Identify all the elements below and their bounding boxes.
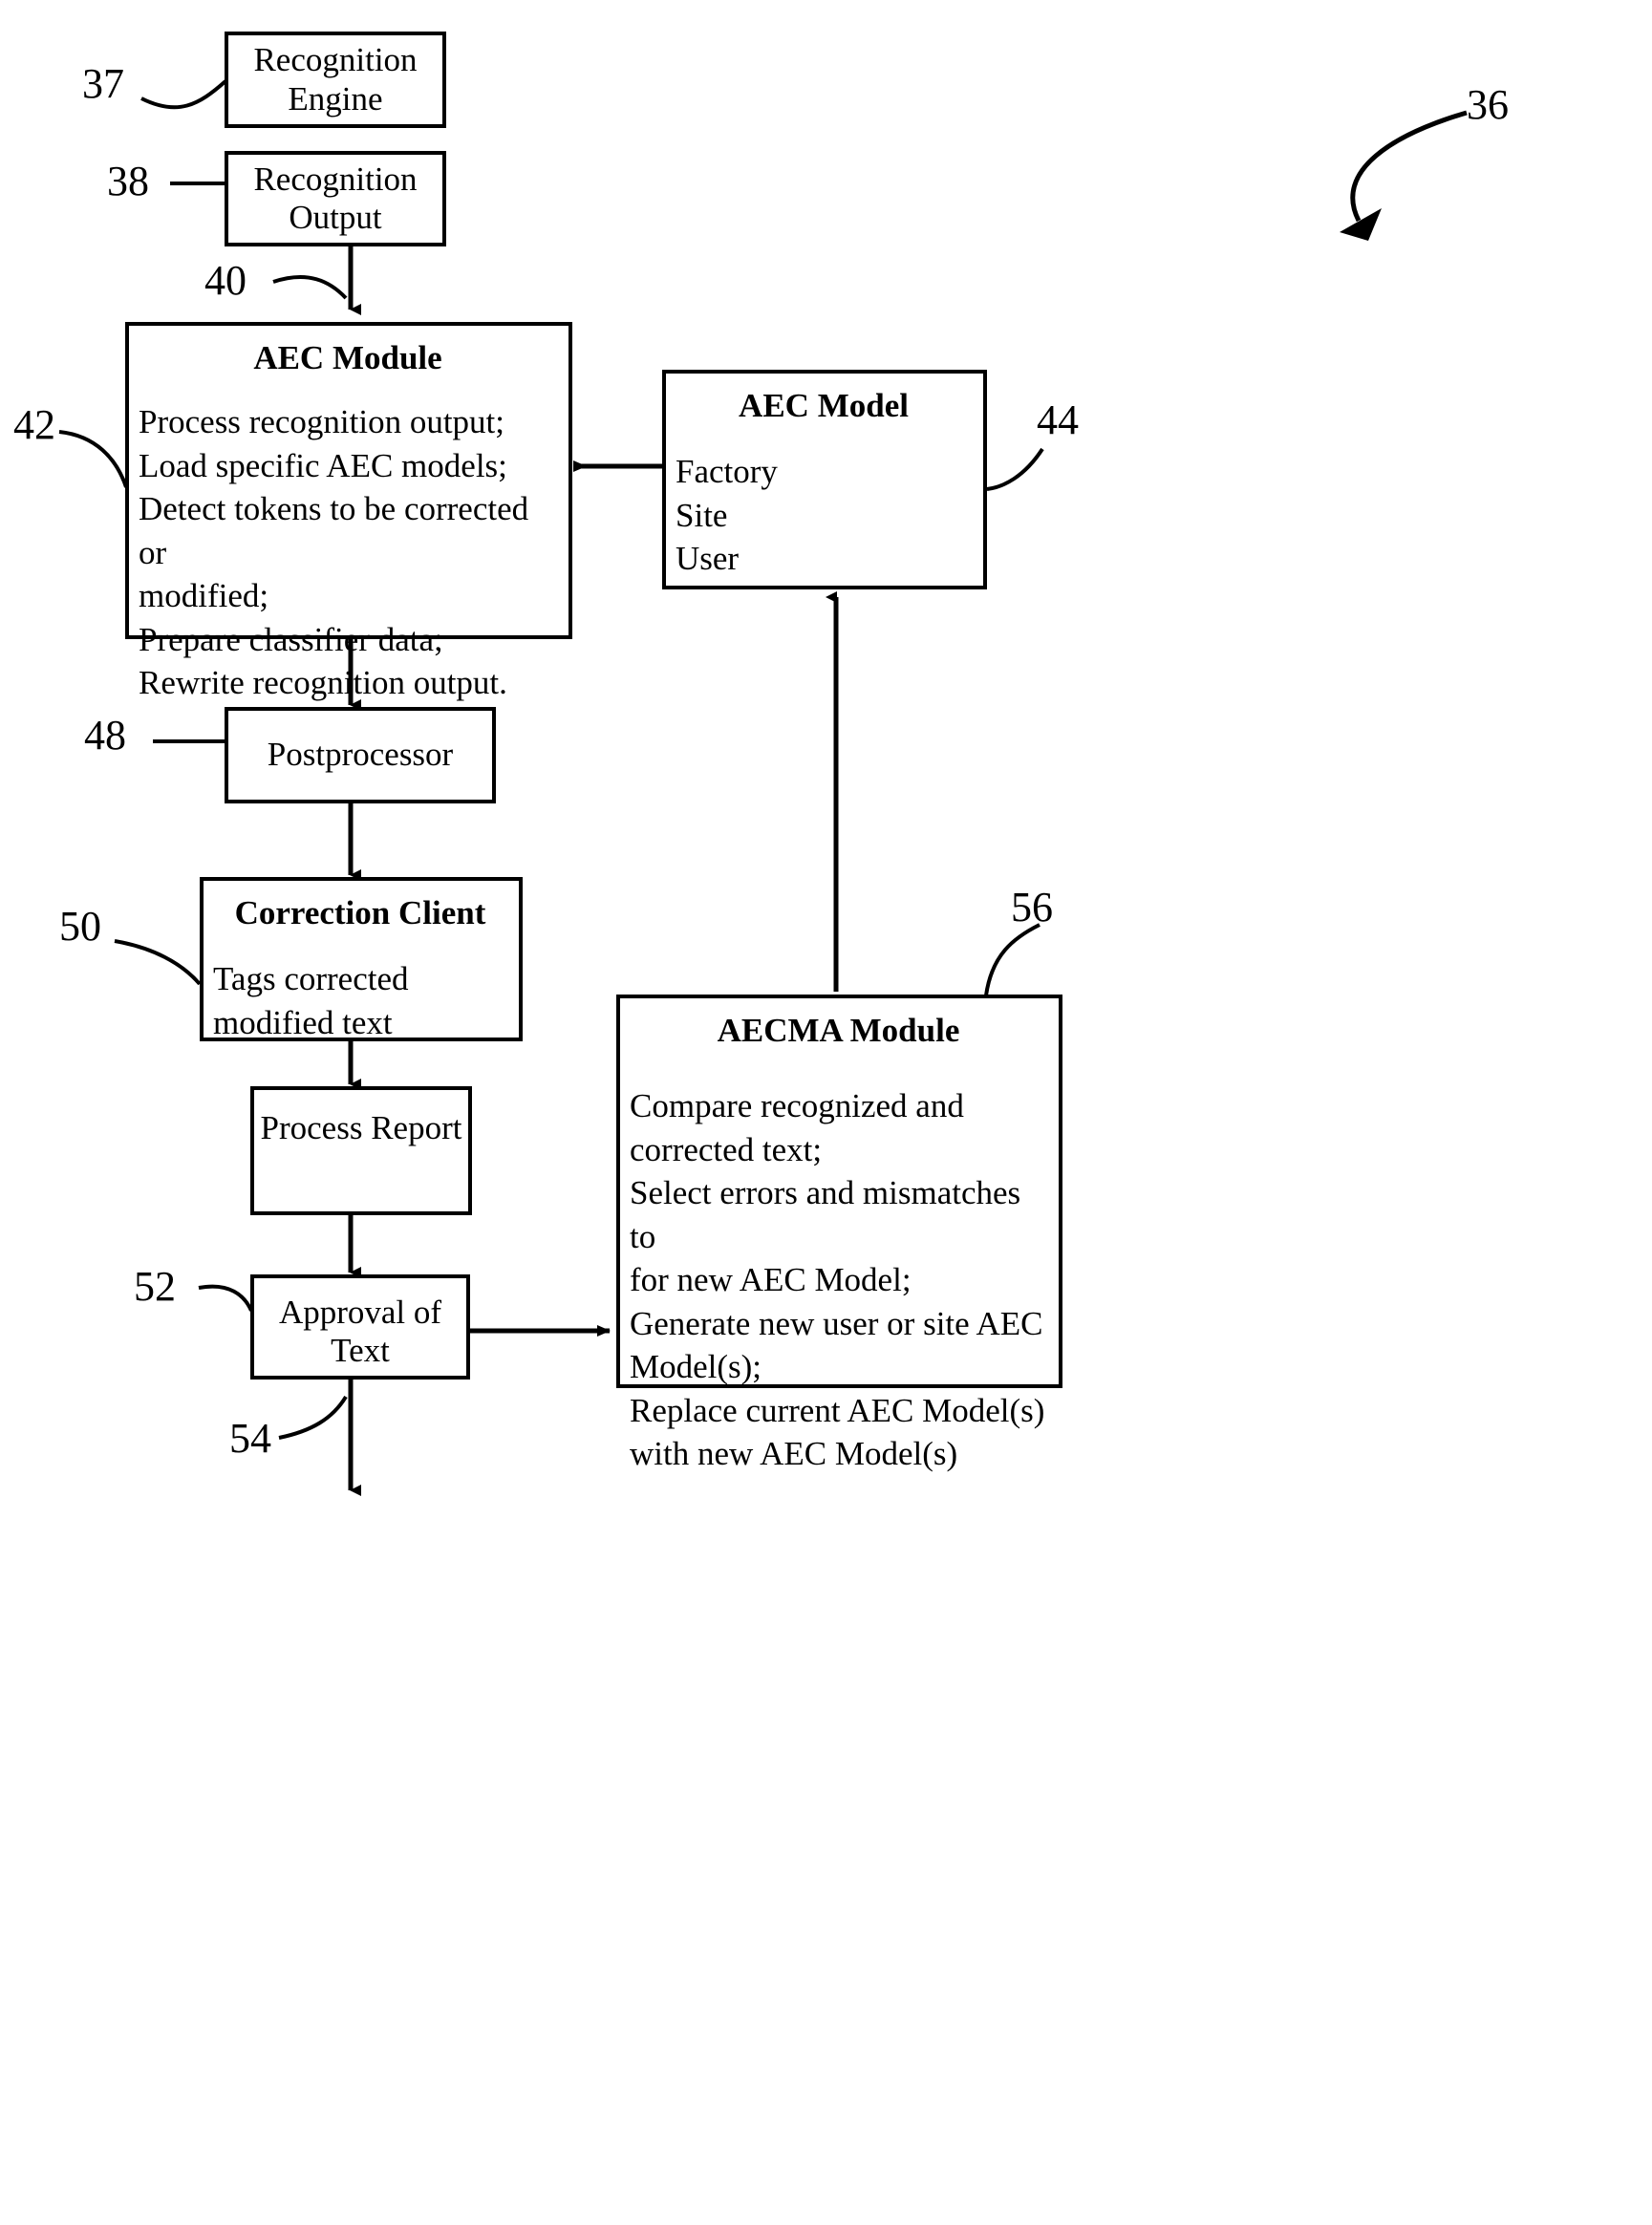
box-postprocessor[interactable]: Postprocessor: [225, 707, 496, 803]
correction-client-title: Correction Client: [234, 894, 486, 931]
leader-line-40: [272, 274, 348, 300]
leader-line-44: [986, 447, 1044, 491]
correction-client-body: Tags corrected modified text: [213, 960, 409, 1041]
postprocessor-title: Postprocessor: [267, 736, 454, 774]
aecma-module-title: AECMA Module: [717, 1012, 960, 1049]
aec-model-body: Factory Site User: [676, 453, 778, 578]
numeral-52: 52: [134, 1263, 176, 1310]
numeral-56: 56: [1011, 884, 1053, 931]
box-aec-module[interactable]: AEC Module Process recognition output; L…: [125, 322, 572, 701]
leader-line-50: [114, 939, 202, 986]
numeral-42: 42: [13, 401, 55, 448]
figure-canvas: Recognition Engine Recognition Output AE…: [0, 0, 1652, 2225]
numeral-36: 36: [1467, 81, 1509, 128]
aec-module-body: Process recognition output; Load specifi…: [139, 403, 529, 702]
leader-line-54: [278, 1395, 348, 1440]
numeral-50: 50: [59, 903, 101, 950]
numeral-44: 44: [1037, 396, 1079, 443]
box-correction-client[interactable]: Correction Client Tags corrected modifie…: [200, 877, 523, 1041]
leader-line-52: [198, 1284, 253, 1312]
box-recognition-engine[interactable]: Recognition Engine: [225, 32, 446, 128]
leader-line-36: [1350, 110, 1468, 223]
numeral-48: 48: [84, 712, 126, 759]
recognition-engine-title: Recognition Engine: [253, 41, 418, 118]
process-report-title: Process Report: [260, 1109, 462, 1146]
numeral-40: 40: [204, 257, 247, 304]
box-approval-of-text[interactable]: Approval of Text: [250, 1274, 470, 1380]
aec-module-title: AEC Module: [253, 339, 442, 376]
leader-line-56: [984, 923, 1041, 996]
leader-line-37: [140, 79, 227, 110]
aecma-module-body: Compare recognized and corrected text; S…: [630, 1087, 1045, 1473]
box-aec-model[interactable]: AEC Model Factory Site User: [662, 370, 987, 589]
recognition-output-title: Recognition Output: [253, 160, 418, 236]
numeral-38: 38: [107, 158, 149, 204]
leader-arrowhead-36: [1340, 208, 1382, 241]
numeral-54: 54: [229, 1415, 271, 1462]
aec-model-title: AEC Model: [739, 387, 909, 424]
box-aecma-module[interactable]: AECMA Module Compare recognized and corr…: [616, 995, 1062, 1472]
approval-of-text-title: Approval of Text: [278, 1294, 442, 1370]
numeral-37: 37: [82, 60, 124, 107]
box-process-report[interactable]: Process Report: [250, 1086, 472, 1215]
box-recognition-output[interactable]: Recognition Output: [225, 151, 446, 246]
leader-line-42: [58, 430, 128, 488]
